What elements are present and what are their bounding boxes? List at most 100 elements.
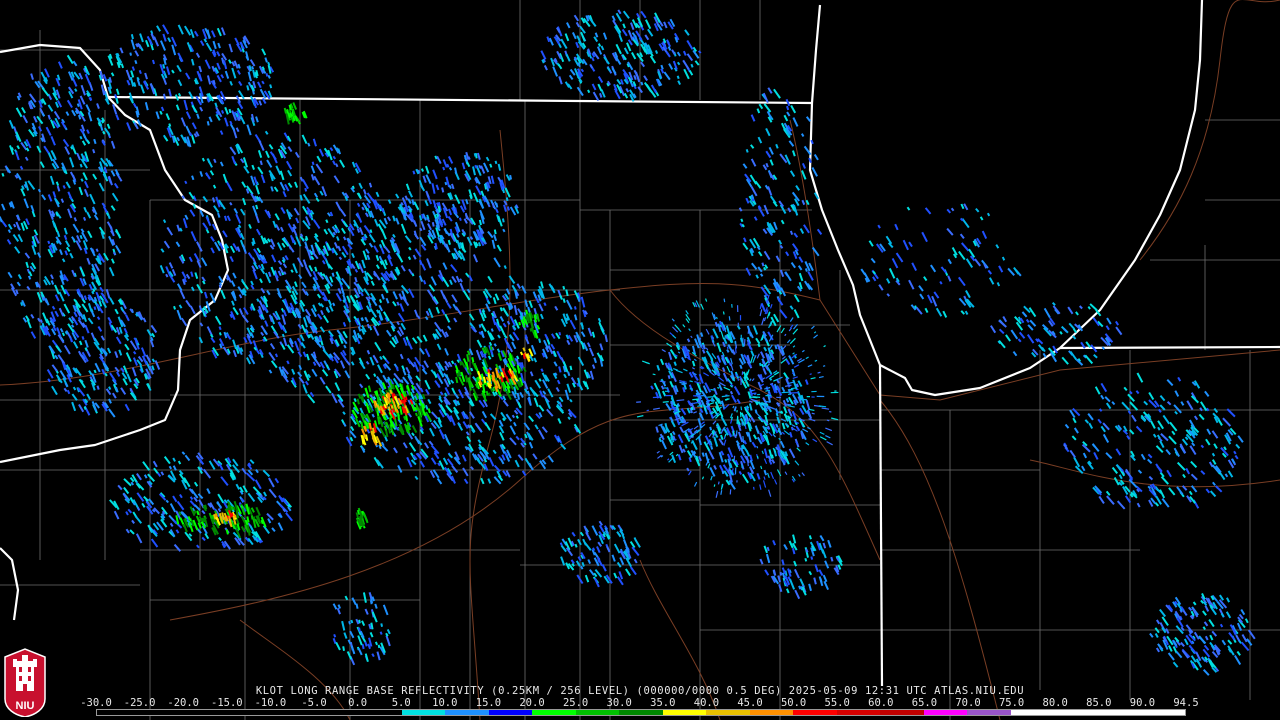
echo-cell: [93, 369, 97, 374]
echo-cell: [615, 43, 622, 55]
echo-cell: [271, 527, 276, 533]
echo-cell: [263, 491, 268, 497]
echo-cell: [274, 353, 279, 358]
echo-cell: [1131, 414, 1137, 422]
echo-cell: [355, 603, 359, 609]
echo-cell: [312, 219, 321, 230]
echo-cell: [189, 305, 196, 315]
echo-cell: [787, 396, 794, 405]
echo-cell: [191, 104, 198, 114]
echo-cell: [249, 59, 256, 67]
echo-cell: [1159, 394, 1166, 402]
echo-cell: [319, 190, 324, 196]
echo-cell: [965, 258, 974, 268]
echo-cell: [543, 65, 548, 71]
echo-cell: [622, 10, 630, 19]
echo-cell: [792, 352, 795, 355]
echo-cell: [575, 21, 581, 28]
echo-cell: [868, 240, 874, 247]
echo-cell: [818, 405, 827, 408]
echo-cell: [277, 260, 283, 266]
echo-cell: [532, 453, 538, 460]
echo-cell: [808, 583, 812, 592]
echo-cell: [428, 284, 436, 292]
echo-cell: [430, 457, 437, 465]
echo-cell: [888, 267, 896, 279]
echo-cell: [281, 242, 286, 248]
echo-cell: [558, 76, 563, 85]
echo-cell: [676, 399, 685, 402]
echo-cell: [51, 364, 58, 372]
echo-cell: [1121, 401, 1131, 411]
echo-cell: [325, 385, 332, 394]
echo-cell: [763, 250, 771, 261]
echo-cell: [276, 242, 283, 251]
echo-cell: [673, 367, 678, 371]
echo-cell: [129, 76, 135, 87]
echo-cell: [1198, 413, 1205, 421]
echo-cell: [275, 165, 282, 175]
echo-cell: [568, 74, 574, 81]
echo-cell: [22, 114, 29, 124]
echo-cell: [255, 228, 261, 236]
echo-cell: [338, 256, 343, 261]
echo-cell: [1180, 401, 1185, 406]
echo-cell: [442, 262, 448, 270]
echo-cell: [41, 87, 50, 97]
echo-cell: [763, 346, 768, 352]
echo-cell: [1152, 433, 1157, 438]
echo-cell: [222, 173, 228, 183]
echo-cell: [106, 123, 111, 129]
echo-cell: [823, 580, 830, 591]
echo-cell: [702, 349, 706, 354]
echo-cell: [425, 190, 430, 199]
echo-cell: [229, 123, 236, 131]
echo-cell: [434, 380, 440, 387]
echo-cell: [425, 388, 430, 395]
echo-cell: [447, 215, 453, 222]
echo-cell: [691, 360, 696, 367]
echo-cell: [757, 136, 763, 144]
echo-cell: [1105, 325, 1110, 331]
echo-cell: [763, 476, 766, 480]
echo-cell: [159, 265, 165, 274]
echo-cell: [1078, 305, 1083, 310]
echo-cell: [120, 63, 125, 69]
echo-cell: [548, 37, 554, 46]
echo-cell: [960, 242, 970, 252]
echo-cell: [805, 399, 811, 410]
echo-cell: [1209, 634, 1214, 641]
echo-cell: [41, 194, 47, 201]
echo-cell: [220, 476, 229, 487]
echo-cell: [181, 271, 187, 279]
echo-cell: [511, 341, 517, 350]
echo-cell: [1156, 619, 1161, 625]
echo-cell: [83, 188, 89, 198]
echo-cell: [793, 309, 800, 319]
echo-cell: [597, 43, 602, 47]
echo-cell: [763, 204, 770, 215]
echo-cell: [267, 518, 272, 524]
echo-cell: [163, 240, 171, 249]
echo-cell: [1067, 306, 1074, 315]
echo-cell: [180, 317, 188, 327]
echo-cell: [577, 538, 582, 546]
echo-cell: [449, 279, 453, 285]
echo-cell: [268, 477, 275, 488]
echo-cell: [622, 23, 626, 29]
echo-cell: [238, 294, 243, 299]
echo-cell: [258, 140, 265, 151]
echo-cell: [268, 144, 274, 150]
echo-cell: [1115, 320, 1120, 326]
echo-cell: [756, 108, 761, 114]
echo-cell: [780, 219, 785, 225]
echo-cell: [126, 373, 132, 383]
echo-cell: [204, 59, 211, 70]
echo-cell: [206, 121, 210, 126]
echo-cell: [179, 289, 186, 300]
echo-cell: [78, 340, 83, 346]
echo-cell: [216, 501, 223, 510]
echo-cell: [361, 620, 366, 627]
echo-cell: [155, 111, 160, 120]
echo-cell: [312, 138, 317, 147]
